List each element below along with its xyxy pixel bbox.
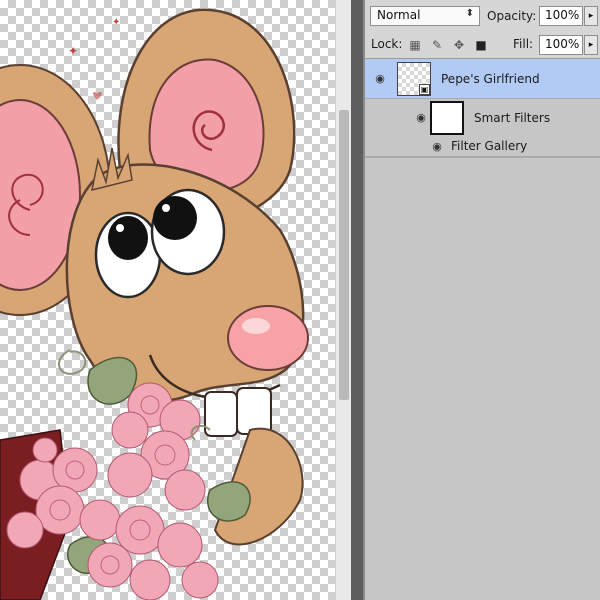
layer-row-smart-filters[interactable]: ◉ Smart Filters <box>365 99 600 137</box>
layer-name[interactable]: Pepe's Girlfriend <box>441 72 540 86</box>
lock-fill-row: Lock: ▦ ✎ ✥ ■ Fill: 100% ▸ <box>365 32 600 59</box>
layers-panel: Normal ⬍ Opacity: 100% ▸ Lock: ▦ ✎ ✥ ■ F… <box>365 0 600 600</box>
opacity-label: Opacity: <box>487 9 537 23</box>
layers-list-separator <box>365 157 600 158</box>
chevron-updown-icon: ⬍ <box>465 8 474 19</box>
layer-thumbnail: ▣ <box>397 62 431 96</box>
filter-gallery-label[interactable]: Filter Gallery <box>451 139 527 153</box>
blend-mode-select[interactable]: Normal ⬍ <box>370 6 480 26</box>
smart-object-icon: ▣ <box>419 84 430 95</box>
blend-mode-value: Normal <box>377 8 421 22</box>
lock-transparent-pixels-icon[interactable]: ▦ <box>407 37 423 53</box>
fill-label: Fill: <box>513 37 534 51</box>
eye-icon[interactable]: ◉ <box>413 112 429 124</box>
svg-text:✦: ✦ <box>112 17 120 28</box>
filter-mask-thumbnail[interactable] <box>430 101 464 135</box>
document-canvas[interactable]: ✦ ✦ ✦ <box>0 0 335 600</box>
fill-field[interactable]: 100% <box>539 35 583 55</box>
svg-text:✦: ✦ <box>68 44 78 58</box>
canvas-vertical-scrollbar[interactable] <box>335 0 352 600</box>
move-icon[interactable]: ✥ <box>451 37 467 53</box>
lock-label: Lock: <box>371 37 403 51</box>
panel-divider <box>351 0 365 600</box>
brush-icon[interactable]: ✎ <box>429 37 445 53</box>
layer-row-pepes-girlfriend[interactable]: ◉ ▣ Pepe's Girlfriend <box>365 59 600 99</box>
fill-dropdown-icon[interactable]: ▸ <box>584 35 598 55</box>
smart-filters-label[interactable]: Smart Filters <box>474 111 550 125</box>
opacity-dropdown-icon[interactable]: ▸ <box>584 6 598 26</box>
blend-opacity-row: Normal ⬍ Opacity: 100% ▸ <box>365 0 600 33</box>
eye-icon[interactable]: ◉ <box>372 73 388 85</box>
mouse-artwork: ✦ ✦ ✦ <box>0 8 309 600</box>
layer-row-filter-gallery[interactable]: ◉ Filter Gallery <box>365 137 600 157</box>
eye-icon[interactable]: ◉ <box>429 141 445 153</box>
opacity-field[interactable]: 100% <box>539 6 583 26</box>
scrollbar-thumb[interactable] <box>339 110 349 400</box>
padlock-icon[interactable]: ■ <box>473 37 489 53</box>
